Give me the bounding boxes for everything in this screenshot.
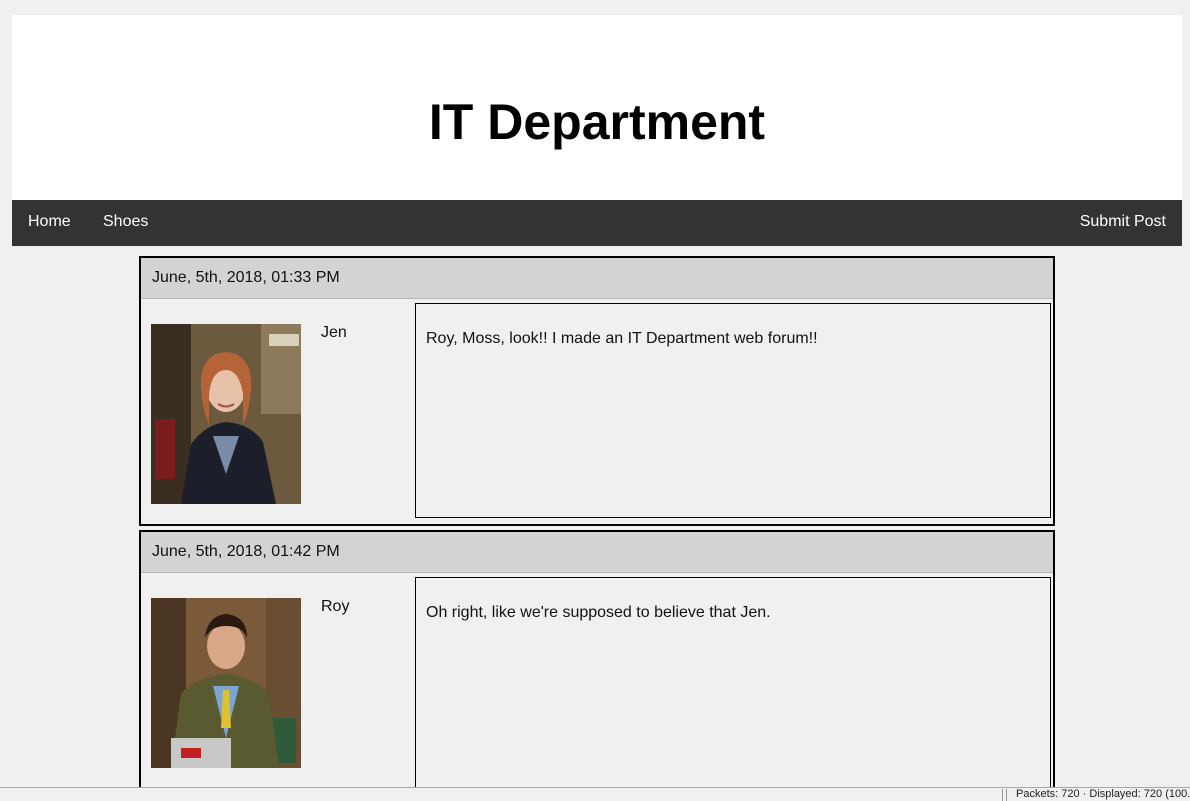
- post-date: June, 5th, 2018, 01:33 PM: [141, 258, 1053, 299]
- post-author: Jen: [321, 324, 347, 341]
- avatar-jen: [151, 324, 301, 504]
- page-title: IT Department: [428, 94, 766, 150]
- nav-submit-post-link[interactable]: Submit Post: [1080, 200, 1166, 246]
- post-author: Roy: [321, 598, 350, 615]
- post-message-box: Oh right, like we're supposed to believe…: [415, 577, 1051, 801]
- site-header: IT Department: [12, 15, 1182, 200]
- forum-post: June, 5th, 2018, 01:42 PM Roy Oh right, …: [139, 530, 1055, 801]
- nav-home-link[interactable]: Home: [28, 200, 71, 246]
- status-separator: [1002, 789, 1007, 801]
- packet-count: Packets: 720 · Displayed: 720 (100.0%): [1016, 788, 1190, 800]
- post-date: June, 5th, 2018, 01:42 PM: [141, 532, 1053, 573]
- avatar-roy: [151, 598, 301, 768]
- post-message-box: Roy, Moss, look!! I made an IT Departmen…: [415, 303, 1051, 518]
- nav-bar: Home Shoes Submit Post: [12, 200, 1182, 246]
- post-message: Roy, Moss, look!! I made an IT Departmen…: [426, 330, 818, 347]
- forum-post: June, 5th, 2018, 01:33 PM Jen Roy, Moss,…: [139, 256, 1055, 526]
- status-bar: Packets: 720 · Displayed: 720 (100.0%): [0, 787, 1190, 801]
- post-message: Oh right, like we're supposed to believe…: [426, 604, 771, 621]
- nav-shoes-link[interactable]: Shoes: [103, 200, 148, 246]
